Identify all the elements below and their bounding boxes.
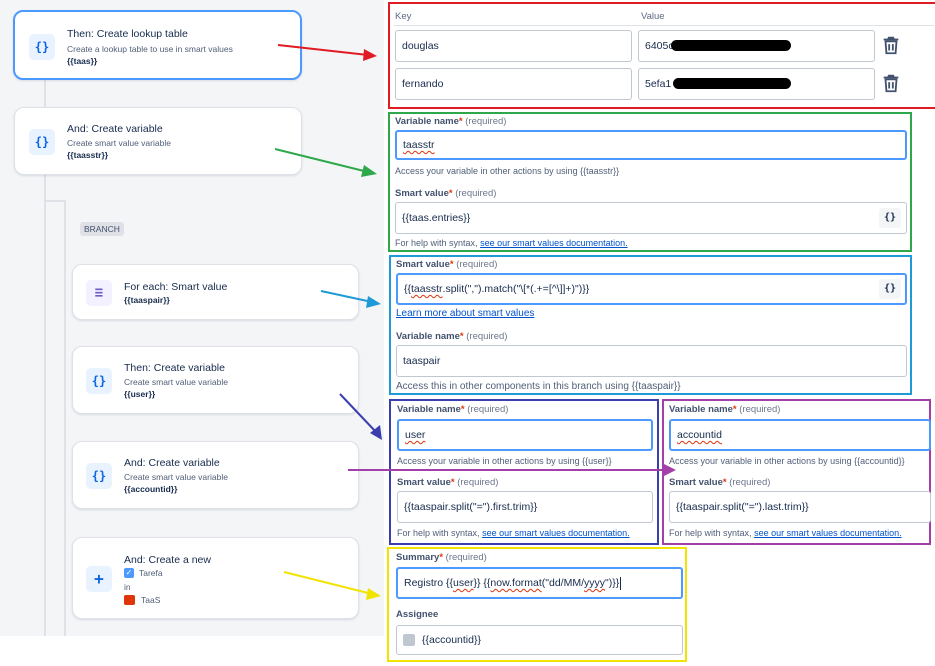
blue-arrow	[321, 291, 381, 308]
annotation-arrows	[0, 0, 935, 666]
purple-arrow	[348, 464, 676, 476]
yellow-arrow	[284, 572, 381, 600]
green-arrow	[275, 149, 377, 177]
red-arrow	[278, 45, 377, 61]
indigo-arrow	[340, 394, 382, 440]
